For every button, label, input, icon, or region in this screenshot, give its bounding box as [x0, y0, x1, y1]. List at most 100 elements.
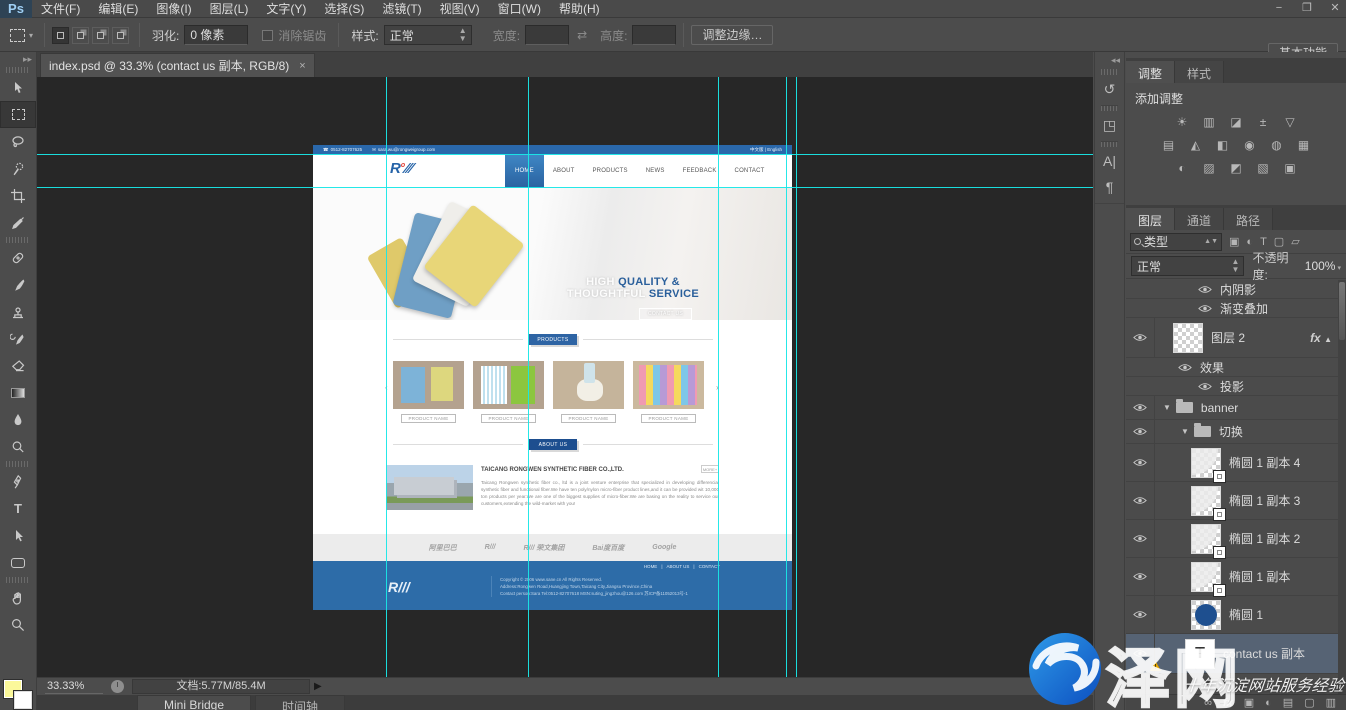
menu-item[interactable]: 视图(V) [431, 0, 489, 18]
invert-icon[interactable]: ◐ [1172, 161, 1192, 176]
filter-kind-adjustment-icon[interactable]: ◐ [1246, 236, 1253, 248]
layer-row[interactable]: ▼切换 [1126, 420, 1346, 444]
black-white-icon[interactable]: ◧ [1213, 138, 1233, 153]
visibility-eye-icon[interactable] [1126, 396, 1155, 419]
guide-vertical[interactable] [786, 77, 787, 677]
visibility-eye-icon[interactable] [1126, 482, 1155, 519]
layer-row[interactable]: 椭圆 1 副本 [1126, 558, 1346, 596]
visibility-eye-icon[interactable] [1126, 520, 1155, 557]
selective-color-icon[interactable]: ▣ [1280, 161, 1300, 176]
posterize-icon[interactable]: ▨ [1199, 161, 1219, 176]
color-lookup-icon[interactable]: ▦ [1294, 138, 1314, 153]
clone-stamp-tool-icon[interactable] [0, 298, 36, 325]
toolbar-collapse-icon[interactable]: ▸▸ [0, 52, 36, 66]
marquee-tool-icon[interactable] [0, 101, 36, 128]
layer-mask-icon[interactable]: ▣ [1244, 696, 1254, 709]
effect-eye-icon[interactable] [1198, 304, 1212, 313]
pen-tool-icon[interactable] [0, 468, 36, 495]
dodge-tool-icon[interactable] [0, 433, 36, 460]
tab-timeline[interactable]: 时间轴 [255, 695, 345, 710]
guide-vertical[interactable] [528, 77, 529, 677]
background-color-swatch[interactable] [14, 691, 32, 709]
new-layer-icon[interactable]: ▢ [1304, 696, 1314, 709]
visibility-eye-icon[interactable] [1126, 318, 1155, 357]
layer-thumbnail[interactable] [1191, 486, 1221, 516]
channel-mixer-icon[interactable]: ◍ [1267, 138, 1287, 153]
selection-new-icon[interactable] [52, 27, 69, 44]
menu-item[interactable]: 窗口(W) [489, 0, 550, 18]
width-input[interactable] [525, 25, 569, 45]
link-layers-icon[interactable]: ∞ [1204, 697, 1212, 709]
new-group-icon[interactable]: ▤ [1283, 696, 1293, 709]
blur-tool-icon[interactable] [0, 406, 36, 433]
layer-row[interactable]: 椭圆 1 副本 4 [1126, 444, 1346, 482]
guide-vertical[interactable] [386, 77, 387, 677]
menu-item[interactable]: 文字(Y) [257, 0, 315, 18]
layer-filter-dropdown[interactable]: 类型 ▲▼ [1130, 233, 1222, 251]
selection-intersect-icon[interactable] [112, 27, 129, 44]
visibility-eye-icon[interactable] [1126, 444, 1155, 481]
visibility-eye-icon[interactable] [1126, 420, 1155, 443]
layer-row[interactable]: 椭圆 1 副本 2 [1126, 520, 1346, 558]
filter-kind-smart-icon[interactable]: ▱ [1291, 235, 1299, 248]
zoom-level-field[interactable]: 33.33% [45, 680, 103, 694]
layer-row[interactable]: ▼banner [1126, 396, 1346, 420]
eraser-tool-icon[interactable] [0, 352, 36, 379]
layer-row[interactable]: 渐变叠加 [1126, 299, 1346, 318]
levels-icon[interactable]: ▥ [1199, 115, 1219, 130]
layer-thumbnail[interactable] [1191, 600, 1221, 630]
text-layer-thumbnail[interactable]: T [1185, 639, 1215, 669]
hand-tool-icon[interactable] [0, 584, 36, 611]
effect-eye-icon[interactable] [1198, 382, 1212, 391]
menu-item[interactable]: 文件(F) [32, 0, 89, 18]
guide-vertical[interactable] [796, 77, 797, 677]
swap-dimensions-icon[interactable]: ⇄ [577, 28, 587, 42]
vector-mask-icon[interactable] [1213, 584, 1226, 597]
character-panel-icon[interactable]: A| [1095, 148, 1124, 174]
layer-row[interactable]: 椭圆 1 副本 3 [1126, 482, 1346, 520]
blend-mode-dropdown[interactable]: 正常▲▼ [1131, 256, 1244, 276]
style-dropdown[interactable]: 正常▲▼ [384, 25, 472, 45]
selection-subtract-icon[interactable] [92, 27, 109, 44]
eyedropper-tool-icon[interactable] [0, 209, 36, 236]
quick-selection-tool-icon[interactable] [0, 155, 36, 182]
layer-row[interactable]: T!contact us 副本 [1126, 634, 1346, 674]
close-icon[interactable]: ✕ [1328, 0, 1342, 16]
brush-tool-icon[interactable] [0, 271, 36, 298]
history-brush-tool-icon[interactable] [0, 325, 36, 352]
layer-row[interactable]: 图层 2fx ▲ [1126, 318, 1346, 358]
opacity-value[interactable]: 100%▾ [1305, 259, 1341, 273]
vector-mask-icon[interactable] [1213, 470, 1226, 483]
layer-thumbnail[interactable] [1191, 448, 1221, 478]
selection-add-icon[interactable] [72, 27, 89, 44]
visibility-eye-icon[interactable] [1126, 596, 1155, 633]
tab-channels[interactable]: 通道 [1175, 208, 1224, 230]
healing-brush-tool-icon[interactable] [0, 244, 36, 271]
antialias-checkbox[interactable] [262, 30, 273, 41]
refine-edge-button[interactable]: 调整边缘… [691, 25, 773, 45]
fx-badge[interactable]: fx ▲ [1310, 331, 1332, 345]
layer-row[interactable]: 内阴影 [1126, 280, 1346, 299]
visibility-eye-icon[interactable] [1126, 634, 1155, 673]
type-tool-icon[interactable]: T [0, 495, 36, 522]
guide-horizontal[interactable] [37, 187, 1093, 188]
shape-tool-icon[interactable] [0, 549, 36, 576]
canvas-area[interactable]: ☎ 0512-82707625 ✉ sara.wu@rongweigroup.c… [37, 77, 1093, 677]
crop-tool-icon[interactable] [0, 182, 36, 209]
height-input[interactable] [632, 25, 676, 45]
tool-preset-arrow-icon[interactable]: ▾ [29, 31, 33, 40]
gradient-map-icon[interactable]: ▧ [1253, 161, 1273, 176]
feather-input[interactable]: 0 像素 [184, 25, 248, 45]
delete-layer-icon[interactable]: ▥ [1326, 696, 1336, 709]
menu-item[interactable]: 图层(L) [201, 0, 258, 18]
menu-item[interactable]: 编辑(E) [89, 0, 147, 18]
history-panel-icon[interactable]: ↺ [1095, 76, 1124, 102]
filter-kind-pixel-icon[interactable]: ▣ [1229, 235, 1239, 248]
color-balance-icon[interactable]: ◭ [1186, 138, 1206, 153]
restore-icon[interactable]: ❐ [1300, 0, 1314, 16]
menu-item[interactable]: 图像(I) [147, 0, 200, 18]
layer-row[interactable]: 投影 [1126, 377, 1346, 396]
guide-vertical[interactable] [718, 77, 719, 677]
tab-layers[interactable]: 图层 [1126, 208, 1175, 230]
effect-eye-icon[interactable] [1198, 285, 1212, 294]
